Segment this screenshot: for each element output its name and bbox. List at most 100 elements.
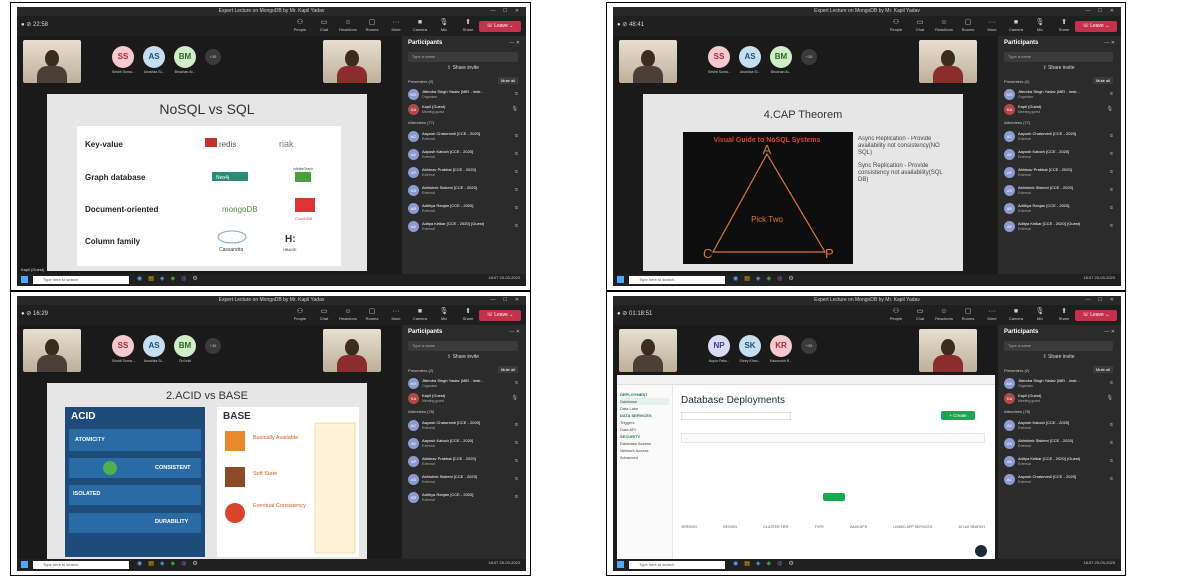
participant-row[interactable]: AR Adithya Ranjan [CCE - 2020] External ⦸ [408,202,518,216]
close-icon[interactable]: — ✕ [509,329,520,335]
participant-row[interactable]: AP Abhinav Prabhat [CCE - 2020] External ⦸ [408,166,518,180]
close-icon[interactable]: — ✕ [1104,329,1115,335]
window-controls[interactable]: — ☐ ✕ [1086,296,1117,305]
reactions-button[interactable]: ☺ Reactions [337,18,359,32]
share-invite-button[interactable]: ⇪ Share invite [408,65,518,73]
people-button[interactable]: ⚇ People [885,18,907,32]
participant-search-input[interactable]: Type a name [408,52,518,62]
participant-row[interactable]: AP Abhinav Prabhat [CCE - 2020] External ⦸ [1004,166,1113,180]
participant-row[interactable]: AK Aayush Katoch [CCE - 2020] External ⦸ [1004,148,1113,162]
mute-all-button[interactable]: Mute all [1092,77,1113,84]
participant-avatar[interactable]: SS Srishti Suma... [708,46,731,74]
share-button[interactable]: ⬆ Share [1053,307,1075,321]
participant-row[interactable]: AK Aditya Kelkar [CCE - 2020] (Guest) Exte… [408,220,518,234]
taskbar-apps[interactable]: ◉ ▤ ◈ ◆ ◍ ⚙ [733,275,794,282]
taskbar-search-input[interactable]: Type here to search [629,561,725,569]
chat-button[interactable]: ▭ Chat [313,307,335,321]
taskbar-search-input[interactable]: Type here to search [33,561,129,569]
participant-row[interactable]: KA Kapil (Guest) Meeting guest 🎙 [1004,392,1113,406]
rooms-button[interactable]: ▢ Rooms [957,18,979,32]
windows-start-icon[interactable] [617,561,624,568]
deployment-search-input[interactable] [681,412,791,420]
participant-avatar[interactable]: SS Srishti Suma... [112,46,135,74]
chat-button[interactable]: ▭ Chat [909,18,931,32]
nav-item[interactable]: Triggers [620,419,669,426]
participant-row[interactable]: MS Jitendra Singh Yadav (MEI - Instr... Or… [1004,88,1113,102]
more-participants-badge[interactable]: +38 [205,49,221,65]
more-participants-badge[interactable]: +38 [801,49,817,65]
participant-row[interactable]: AK Aditya Kelkar [CCE - 2020] (Guest) Exte… [1004,455,1113,469]
participant-row[interactable]: AK Aayush Katoch [CCE - 2020] External ⦸ [408,437,518,451]
more-button[interactable]: ··· More [981,307,1003,321]
leave-button[interactable]: ☏ Leave ⌄ [1075,21,1117,32]
mic-button[interactable]: 🎙 Mic [433,18,455,32]
nav-item[interactable]: SECURITY [620,433,669,440]
nav-item[interactable]: DEPLOYMENT [620,391,669,398]
windows-start-icon[interactable] [21,561,28,568]
participant-row[interactable]: AP Abhinav Prabhat [CCE - 2020] External ⦸ [408,455,518,469]
reactions-button[interactable]: ☺ Reactions [933,18,955,32]
share-button[interactable]: ⬆ Share [457,307,479,321]
participant-avatar[interactable]: AS Anushka Si... [143,335,165,363]
participant-row[interactable]: AS Abhishek Sisbeni [CCE - 2020] External ⦸ [1004,437,1113,451]
taskbar-apps[interactable]: ◉ ▤ ◈ ◆ ◍ ⚙ [137,560,198,567]
participant-row[interactable]: AC Aayush Chaturvedi [CCE - 2020] External… [1004,130,1113,144]
nav-item[interactable]: Data Lake [620,405,669,412]
participant-avatar[interactable]: KR Kaunsubh R... [770,335,792,363]
window-controls[interactable]: — ☐ ✕ [491,7,522,16]
more-participants-badge[interactable]: +38 [205,338,221,354]
share-button[interactable]: ⬆ Share [1053,18,1075,32]
mute-all-button[interactable]: Mute all [1092,366,1113,373]
participant-avatar[interactable]: BM Bhushan Al... [174,46,196,74]
reactions-button[interactable]: ☺ Reactions [933,307,955,321]
system-tray[interactable]: 18:07 25-03-2023 [488,275,520,280]
participant-avatar[interactable]: SK Shrey Khan... [739,335,761,363]
share-invite-button[interactable]: ⇪ Share invite [408,354,518,362]
more-button[interactable]: ··· More [385,307,407,321]
participant-avatar[interactable]: BM Bhushan Al... [770,46,792,74]
participant-row[interactable]: AC Aayush Chaturvedi [CCE - 2020] External… [408,419,518,433]
chat-button[interactable]: ▭ Chat [313,18,335,32]
participant-row[interactable]: AC Aayush Chaturvedi [CCE - 2020] External… [1004,473,1113,487]
participant-avatar[interactable]: SS Srishti Suma... [112,335,135,363]
participant-row[interactable]: AS Abhishek Sisbeni [CCE - 2020] External ⦸ [1004,184,1113,198]
participant-avatar[interactable]: NP Nupur Palw... [708,335,730,363]
nav-item[interactable]: DATA SERVICES [620,412,669,419]
participant-search-input[interactable]: Type a name [1004,52,1113,62]
chat-button[interactable]: ▭ Chat [909,307,931,321]
rooms-button[interactable]: ▢ Rooms [361,18,383,32]
participant-row[interactable]: KA Kapil (Guest) Meeting guest 🎙 [408,103,518,117]
close-icon[interactable]: — ✕ [509,40,520,46]
participant-search-input[interactable]: Type a name [1004,341,1113,351]
nav-item[interactable]: Database [620,398,669,405]
participant-row[interactable]: AS Abhishek Sisbeni [CCE - 2020] External ⦸ [408,184,518,198]
participant-row[interactable]: AR Adithya Ranjan [CCE - 2020] External ⦸ [1004,202,1113,216]
camera-button[interactable]: ■ Camera [1005,18,1027,32]
rooms-button[interactable]: ▢ Rooms [957,307,979,321]
reactions-button[interactable]: ☺ Reactions [337,307,359,321]
nav-item[interactable]: Data API [620,426,669,433]
connect-button[interactable] [823,493,845,501]
windows-start-icon[interactable] [21,276,28,283]
close-icon[interactable]: — ✕ [1104,40,1115,46]
participant-row[interactable]: MS Jitendra Singh Yadav (MEI - Instr... Or… [408,377,518,391]
participant-avatar[interactable]: BM On hold [174,335,196,363]
participant-row[interactable]: AR Adithya Ranjan [CCE - 2020] External ⦸ [408,491,518,505]
taskbar-apps[interactable]: ◉ ▤ ◈ ◆ ◍ ⚙ [733,560,794,567]
system-tray[interactable]: 18:07 25-03-2023 [488,560,520,565]
window-controls[interactable]: — ☐ ✕ [491,296,522,305]
participant-row[interactable]: KA Kapil (Guest) Meeting guest 🎙 [1004,103,1113,117]
camera-button[interactable]: ■ Camera [409,307,431,321]
mic-button[interactable]: 🎙 Mic [1029,18,1051,32]
nav-item[interactable]: Advanced [620,454,669,461]
nav-item[interactable]: Database Access [620,440,669,447]
mute-all-button[interactable]: Mute all [497,366,518,373]
mic-button[interactable]: 🎙 Mic [1029,307,1051,321]
participant-row[interactable]: AS Abhishek Sisbeni [CCE - 2020] External ⦸ [408,473,518,487]
participant-row[interactable]: MS Jitendra Singh Yadav (MEI - Instr... Or… [408,88,518,102]
participant-row[interactable]: KA Kapil (Guest) Meeting guest 🎙 [408,392,518,406]
share-button[interactable]: ⬆ Share [457,18,479,32]
participant-row[interactable]: AC Aayush Chaturvedi [CCE - 2020] External… [408,130,518,144]
taskbar-search-input[interactable]: Type here to search [33,276,129,284]
people-button[interactable]: ⚇ People [885,307,907,321]
